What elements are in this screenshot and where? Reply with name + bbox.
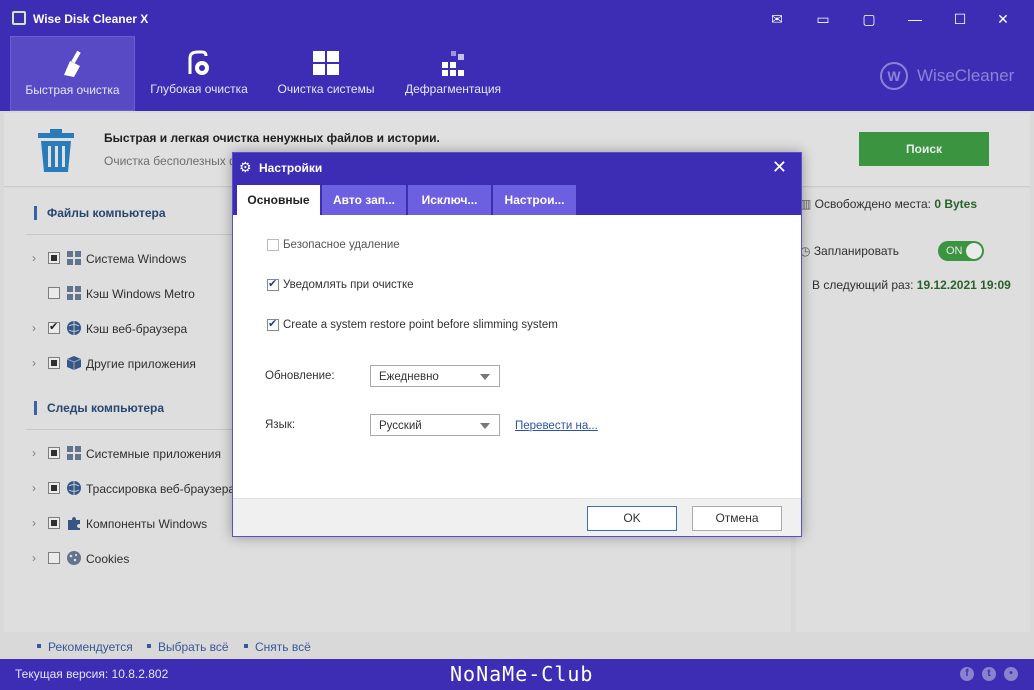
tab-general[interactable]: Основные <box>237 185 321 215</box>
status-bar: Текущая версия: 10.8.2.802 NoNaMe-Club f… <box>0 659 1034 690</box>
tool-label: Дефрагментация <box>404 82 502 96</box>
update-select-value: Ежедневно <box>379 371 439 383</box>
dialog-tabs: Основные Авто зап... Исключ... Настрои..… <box>233 184 801 215</box>
gear-icon: ⚙ <box>239 159 252 175</box>
tab-settings[interactable]: Настрои... <box>493 185 577 215</box>
language-select-value: Русский <box>379 420 422 432</box>
twitter-icon[interactable]: t <box>982 667 996 681</box>
checkbox[interactable] <box>267 277 279 291</box>
cancel-button[interactable]: Отмена <box>692 506 782 531</box>
broom-icon <box>63 50 81 77</box>
language-label: Язык: <box>265 419 296 431</box>
vacuum-icon <box>188 50 209 75</box>
chevron-down-icon <box>480 374 490 380</box>
defrag-icon <box>442 51 464 76</box>
tool-system-clean[interactable]: Очистка системы <box>265 36 387 111</box>
checkbox[interactable] <box>267 239 279 251</box>
dialog-close-icon[interactable]: ✕ <box>772 157 787 178</box>
dialog-title-bar: ⚙ Настройки ✕ <box>233 153 801 184</box>
skin-icon[interactable]: ▢ <box>858 8 880 30</box>
app-title: Wise Disk Cleaner X <box>33 12 149 26</box>
brand-name: WiseCleaner <box>917 66 1015 85</box>
translate-link[interactable]: Перевести на... <box>515 420 598 432</box>
feedback-icon[interactable]: ▭ <box>812 8 834 30</box>
tab-autostart[interactable]: Авто зап... <box>322 185 407 215</box>
main-toolbar: Быстрая очистка Глубокая очистка Очистка… <box>0 36 1034 111</box>
dialog-body: Безопасное удаление Уведомлять при очист… <box>233 215 801 498</box>
watermark: NoNaMe-Club <box>450 662 594 686</box>
tool-quick-clean[interactable]: Быстрая очистка <box>10 36 135 111</box>
dialog-footer: OK Отмена <box>233 498 801 536</box>
windows-icon <box>313 51 339 75</box>
option-label: Уведомлять при очистке <box>283 279 414 291</box>
tool-label: Глубокая очистка <box>150 82 248 96</box>
tool-label: Очистка системы <box>277 82 375 96</box>
tool-deep-clean[interactable]: Глубокая очистка <box>138 36 260 111</box>
tab-exclusions[interactable]: Исключ... <box>408 185 492 215</box>
close-icon[interactable]: ✕ <box>992 8 1014 30</box>
ok-button[interactable]: OK <box>587 506 677 531</box>
update-select[interactable]: Ежедневно <box>370 365 500 387</box>
tool-defrag[interactable]: Дефрагментация <box>392 36 514 111</box>
update-label: Обновление: <box>265 370 335 382</box>
maximize-icon[interactable]: ☐ <box>949 8 971 30</box>
title-bar: Wise Disk Cleaner X ✉ ▭ ▢ — ☐ ✕ <box>0 0 1034 36</box>
language-select[interactable]: Русский <box>370 414 500 436</box>
mail-icon[interactable]: ✉ <box>766 8 788 30</box>
dialog-title: Настройки <box>259 161 323 175</box>
checkbox[interactable] <box>267 317 279 331</box>
app-window: Wise Disk Cleaner X ✉ ▭ ▢ — ☐ ✕ Быстрая … <box>0 0 1034 690</box>
version-text: Текущая версия: 10.8.2.802 <box>15 667 169 681</box>
wisecleaner-logo-icon: W <box>880 62 908 90</box>
feedback-bubble-icon[interactable]: • <box>1004 667 1018 681</box>
chevron-down-icon <box>480 423 490 429</box>
tool-label: Быстрая очистка <box>25 83 120 97</box>
settings-dialog: ⚙ Настройки ✕ Основные Авто зап... Исклю… <box>232 152 802 537</box>
option-label: Безопасное удаление <box>283 239 400 251</box>
minimize-icon[interactable]: — <box>904 8 926 30</box>
option-label: Create a system restore point before sli… <box>283 319 558 331</box>
app-logo-icon <box>12 11 26 25</box>
facebook-icon[interactable]: f <box>960 667 974 681</box>
